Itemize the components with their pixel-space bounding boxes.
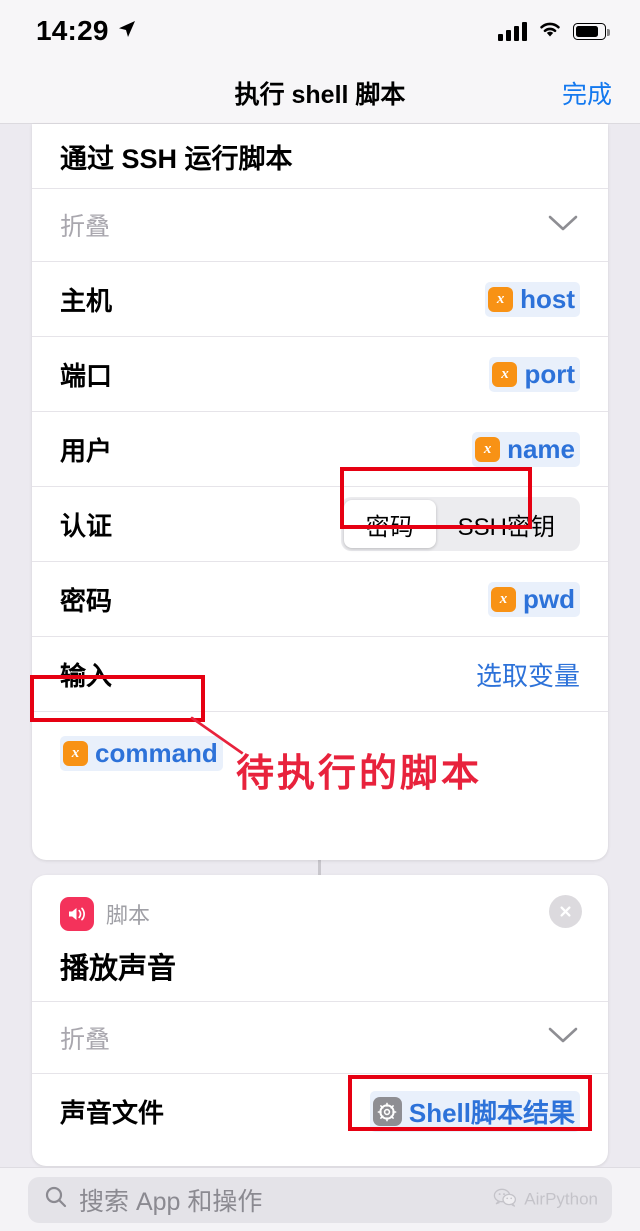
- done-button[interactable]: 完成: [562, 75, 612, 111]
- variable-token-label: host: [520, 283, 575, 314]
- watermark-text: AirPython: [524, 1189, 598, 1209]
- sound-card-meta: 脚本: [60, 897, 580, 931]
- variable-badge-icon: x: [491, 586, 516, 612]
- sound-card-header: 脚本 播放声音: [32, 875, 608, 987]
- variable-token-host[interactable]: x host: [485, 281, 580, 317]
- close-icon[interactable]: [549, 895, 582, 928]
- variable-token-label: port: [524, 358, 575, 389]
- variable-token-name[interactable]: x name: [472, 431, 580, 467]
- result-token-label: Shell脚本结果: [408, 1098, 575, 1128]
- wifi-icon: [537, 19, 563, 43]
- chevron-down-icon[interactable]: [546, 212, 580, 239]
- ssh-user-label: 用户: [60, 435, 113, 466]
- location-arrow-icon: [117, 19, 137, 44]
- ssh-row-auth[interactable]: 认证 密码 SSH密钥: [32, 487, 608, 562]
- search-icon: [44, 1185, 68, 1214]
- cellular-signal-icon: [498, 21, 527, 41]
- ssh-card-title: 通过 SSH 运行脚本: [60, 143, 293, 174]
- select-variable-link[interactable]: 选取变量: [476, 656, 580, 693]
- ssh-row-password[interactable]: 密码 x pwd: [32, 562, 608, 637]
- variable-badge-icon: x: [488, 286, 514, 312]
- segment-password[interactable]: 密码: [343, 500, 436, 548]
- segment-ssh-key[interactable]: SSH密钥: [436, 500, 577, 548]
- watermark: AirPython: [493, 1187, 598, 1212]
- status-time: 14:29: [36, 15, 109, 46]
- variable-token-label: name: [507, 433, 575, 464]
- shortcut-actions-list[interactable]: 通过 SSH 运行脚本 折叠 主机 x host 端口 x port 用户 x …: [0, 124, 640, 1167]
- ssh-row-host[interactable]: 主机 x host: [32, 262, 608, 337]
- sound-card-title: 播放声音: [60, 953, 177, 985]
- battery-icon: [573, 22, 610, 40]
- ssh-host-label: 主机: [60, 285, 113, 316]
- sound-file-label: 声音文件: [60, 1098, 165, 1128]
- action-card-play-sound[interactable]: 脚本 播放声音 折叠 声音文件 Shell脚本结果: [32, 875, 608, 1166]
- wechat-icon: [493, 1187, 517, 1212]
- bottom-search-bar[interactable]: 搜索 App 和操作 AirPython: [0, 1167, 640, 1231]
- ssh-row-input[interactable]: 输入 选取变量: [32, 637, 608, 712]
- variable-badge-icon: x: [492, 361, 518, 387]
- status-bar: 14:29: [0, 0, 640, 62]
- ssh-row-port[interactable]: 端口 x port: [32, 337, 608, 412]
- sound-file-value[interactable]: Shell脚本结果: [369, 1091, 580, 1132]
- ssh-password-value[interactable]: x pwd: [488, 581, 580, 617]
- result-token-shell-script[interactable]: Shell脚本结果: [369, 1091, 580, 1132]
- ssh-port-label: 端口: [60, 360, 113, 391]
- ssh-card-title-row: 通过 SSH 运行脚本: [32, 124, 608, 189]
- status-bar-left: 14:29: [36, 15, 137, 47]
- page-title: 执行 shell 脚本: [234, 80, 406, 109]
- ssh-collapse-row[interactable]: 折叠: [32, 189, 608, 262]
- variable-token-pwd[interactable]: x pwd: [488, 581, 580, 617]
- variable-token-port[interactable]: x port: [489, 356, 580, 392]
- speaker-icon: [60, 897, 94, 931]
- chevron-down-icon[interactable]: [546, 1024, 580, 1051]
- auth-segmented-control[interactable]: 密码 SSH密钥: [340, 497, 580, 551]
- variable-badge-icon: x: [475, 436, 501, 462]
- segmented-control[interactable]: 密码 SSH密钥: [340, 497, 580, 551]
- sound-collapse-row[interactable]: 折叠: [32, 1001, 608, 1074]
- ssh-input-value[interactable]: 选取变量: [476, 656, 580, 693]
- status-bar-right: [498, 19, 610, 43]
- search-field[interactable]: 搜索 App 和操作 AirPython: [28, 1176, 612, 1223]
- sound-collapse-label: 折叠: [60, 1025, 111, 1054]
- ssh-auth-label: 认证: [60, 510, 113, 541]
- nav-bar: 执行 shell 脚本 完成: [0, 62, 640, 124]
- sound-row-file[interactable]: 声音文件 Shell脚本结果: [32, 1074, 608, 1149]
- ssh-port-value[interactable]: x port: [489, 356, 580, 392]
- search-placeholder[interactable]: 搜索 App 和操作: [79, 1182, 262, 1218]
- variable-token-label: pwd: [523, 583, 575, 614]
- sound-card-kind: 脚本: [106, 903, 151, 928]
- ssh-host-value[interactable]: x host: [485, 281, 580, 317]
- ssh-password-label: 密码: [60, 585, 113, 616]
- ssh-row-user[interactable]: 用户 x name: [32, 412, 608, 487]
- gear-icon: [372, 1097, 402, 1126]
- ssh-input-label: 输入: [60, 660, 113, 691]
- action-connector: [318, 860, 321, 876]
- annotation-note-script: 待执行的脚本: [236, 753, 483, 795]
- ssh-collapse-label: 折叠: [60, 213, 111, 241]
- ssh-user-value[interactable]: x name: [472, 431, 580, 467]
- variable-badge-icon: x: [63, 741, 88, 766]
